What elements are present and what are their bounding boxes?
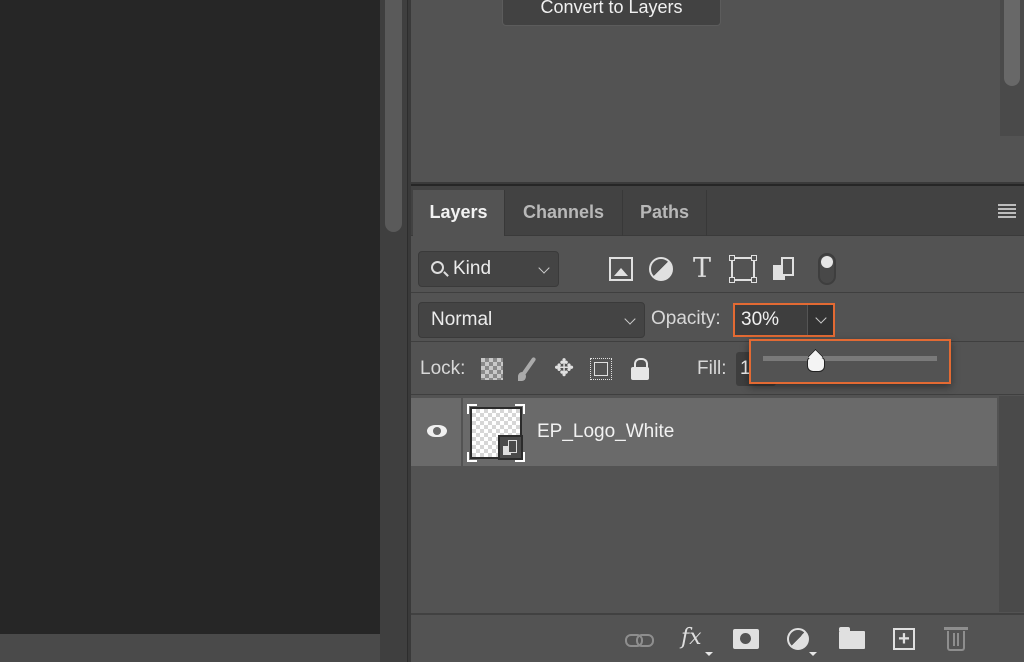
opacity-label: Opacity:: [651, 308, 721, 329]
lock-transparent-pixels-icon[interactable]: [481, 358, 503, 380]
properties-panel: Convert to Layers: [411, 0, 1024, 184]
selection-corner: [467, 452, 477, 462]
blend-mode-value: Normal: [431, 309, 493, 330]
filter-toggle-switch[interactable]: [818, 253, 836, 285]
lock-label: Lock:: [420, 358, 466, 379]
search-icon: [431, 261, 444, 274]
selection-corner: [515, 404, 525, 414]
layers-footer-toolbar: fx +: [411, 613, 1024, 662]
lock-artboard-icon[interactable]: [590, 358, 612, 380]
group-folder-icon[interactable]: [839, 627, 865, 649]
chevron-down-icon: [815, 312, 827, 324]
type-filter-icon[interactable]: T: [690, 255, 714, 282]
tab-layers[interactable]: Layers: [413, 190, 505, 236]
hamburger-menu-icon[interactable]: [998, 204, 1016, 218]
tab-channels[interactable]: Channels: [505, 190, 623, 236]
chevron-down-icon: [538, 262, 550, 274]
layer-name[interactable]: EP_Logo_White: [537, 421, 674, 443]
blend-row: Normal Opacity: 30%: [411, 294, 1024, 342]
layer-list: EP_Logo_White: [411, 396, 1024, 612]
eye-visibility-icon[interactable]: [427, 425, 447, 437]
panel-tab-bar: Layers Channels Paths: [411, 186, 1024, 236]
convert-to-layers-button[interactable]: Convert to Layers: [502, 0, 721, 26]
opacity-field[interactable]: 30%: [733, 303, 835, 337]
document-canvas[interactable]: [0, 0, 380, 634]
opacity-dropdown-button[interactable]: [807, 305, 833, 335]
smart-object-badge-icon: [498, 435, 523, 460]
caret-down-icon: [705, 652, 713, 656]
canvas-scroll-thumb[interactable]: [385, 0, 402, 232]
layer-row-ep-logo-white[interactable]: EP_Logo_White: [411, 398, 997, 466]
caret-down-icon: [809, 652, 817, 656]
layers-panel: Layers Channels Paths Kind T Normal Opac…: [411, 186, 1024, 662]
opacity-slider-track[interactable]: [763, 356, 937, 361]
selection-corner: [467, 404, 477, 414]
filter-row: Kind T: [411, 237, 1024, 293]
visibility-column-divider: [461, 398, 463, 466]
properties-scroll-thumb[interactable]: [1004, 0, 1020, 86]
canvas-horizontal-scrollbar[interactable]: [0, 634, 380, 662]
tab-paths[interactable]: Paths: [623, 190, 707, 236]
filter-kind-label: Kind: [453, 258, 492, 279]
opacity-value[interactable]: 30%: [741, 309, 779, 331]
lock-position-icon[interactable]: ✥: [553, 357, 575, 381]
link-layers-icon[interactable]: [625, 626, 654, 652]
adjustment-filter-icon[interactable]: [649, 257, 673, 281]
layer-list-scrollbar[interactable]: [999, 396, 1024, 612]
adjustment-layer-icon[interactable]: [787, 628, 817, 656]
opacity-slider-popup: [749, 339, 951, 384]
new-layer-icon[interactable]: +: [893, 628, 915, 650]
opacity-slider-thumb[interactable]: [806, 350, 826, 372]
fill-label: Fill:: [697, 358, 727, 379]
shape-filter-icon[interactable]: [729, 255, 757, 283]
trash-icon[interactable]: [944, 627, 968, 651]
lock-all-icon[interactable]: [629, 358, 651, 380]
blend-mode-select[interactable]: Normal: [418, 302, 645, 338]
lock-image-pixels-icon[interactable]: [517, 358, 539, 381]
filter-kind-select[interactable]: Kind: [418, 251, 559, 287]
smart-object-filter-icon[interactable]: [773, 257, 797, 281]
image-filter-icon[interactable]: [609, 257, 633, 281]
chevron-down-icon: [624, 313, 636, 325]
layer-thumbnail[interactable]: [467, 404, 525, 462]
fx-icon[interactable]: fx: [681, 626, 713, 656]
add-mask-icon[interactable]: [733, 629, 759, 649]
